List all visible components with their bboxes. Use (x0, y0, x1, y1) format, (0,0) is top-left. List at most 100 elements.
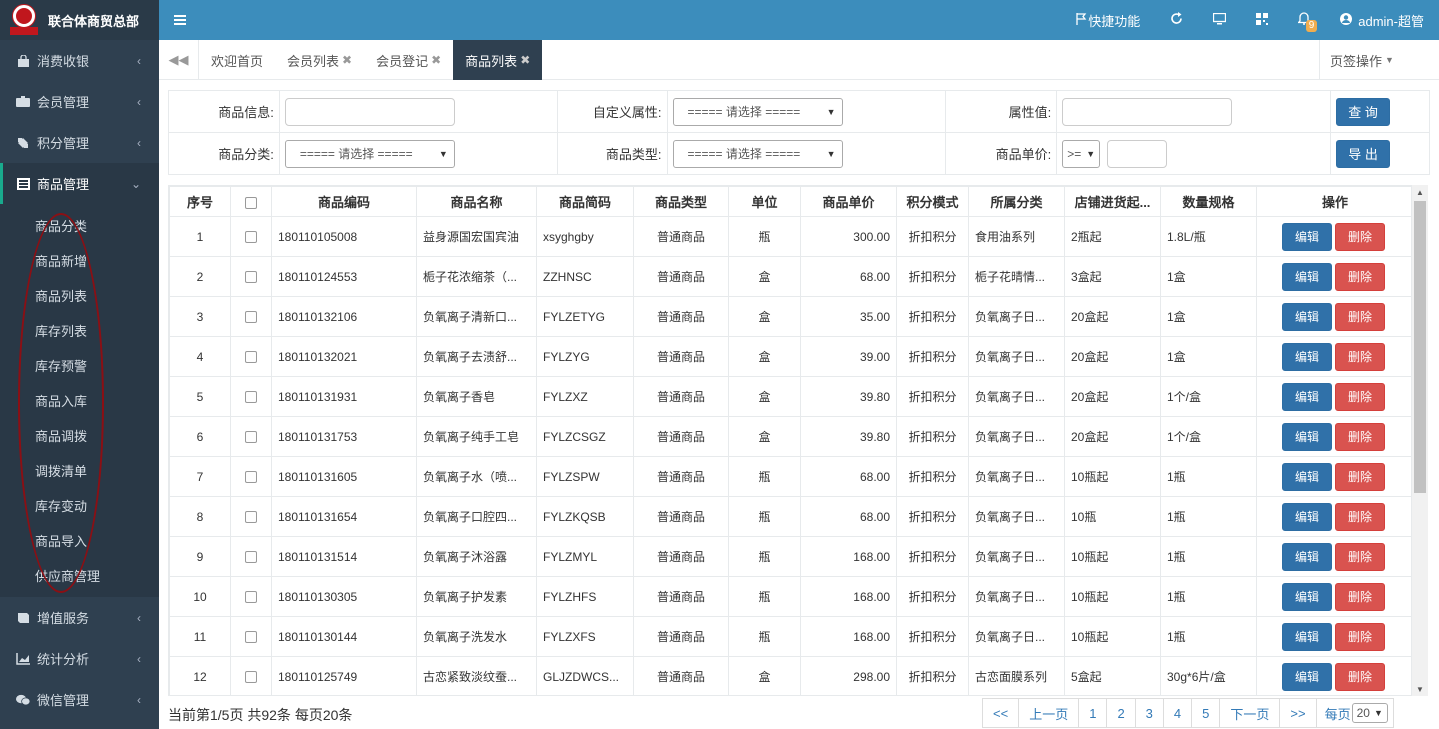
submenu-item[interactable]: 库存预警 (0, 348, 159, 383)
sidebar-item-statistics[interactable]: 统计分析 ‹ (0, 638, 159, 679)
delete-button[interactable]: 删除 (1335, 422, 1385, 451)
scrollbar-thumb[interactable] (1414, 201, 1426, 493)
type-select[interactable]: ===== 请选择 ===== ▼ (672, 139, 843, 168)
table-row[interactable]: 1 180110105008 益身源国宏国宾油 xsyghgby 普通商品瓶 300.00… (169, 216, 1411, 257)
edit-button[interactable]: 编辑 (1282, 662, 1332, 691)
tab-scroll-left-button[interactable]: ◀◀ (159, 40, 199, 80)
submenu-item[interactable]: 库存列表 (0, 313, 159, 348)
prev-page-button[interactable]: 上一页 (1018, 698, 1080, 728)
page-button[interactable]: 5 (1191, 698, 1221, 728)
column-header[interactable]: 商品类型 (633, 186, 729, 217)
delete-button[interactable]: 删除 (1335, 462, 1385, 491)
column-header[interactable]: 商品名称 (416, 186, 537, 217)
delete-button[interactable]: 删除 (1335, 302, 1385, 331)
edit-button[interactable]: 编辑 (1282, 382, 1332, 411)
column-header[interactable]: 商品编码 (271, 186, 417, 217)
tab-member-register[interactable]: 会员登记 ✖ (364, 40, 453, 80)
table-scrollbar[interactable]: ▲ ▼ (1412, 185, 1428, 696)
submenu-item[interactable]: 商品分类 (0, 208, 159, 243)
column-header[interactable]: 数量规格 (1160, 186, 1257, 217)
category-select[interactable]: ===== 请选择 ===== ▼ (284, 139, 455, 168)
delete-button[interactable]: 删除 (1335, 342, 1385, 371)
attr-value-input[interactable] (1062, 97, 1233, 126)
row-checkbox[interactable] (245, 431, 257, 444)
column-header[interactable] (230, 186, 272, 217)
first-page-button[interactable]: << (982, 698, 1020, 728)
menu-toggle-icon[interactable] (174, 15, 186, 25)
user-menu[interactable]: admin-超管 (1325, 11, 1439, 30)
delete-button[interactable]: 删除 (1335, 622, 1385, 651)
tab-member-list[interactable]: 会员列表 ✖ (275, 40, 364, 80)
delete-button[interactable]: 删除 (1335, 222, 1385, 251)
row-checkbox[interactable] (245, 271, 257, 284)
page-button[interactable]: 1 (1078, 698, 1108, 728)
edit-button[interactable]: 编辑 (1282, 222, 1332, 251)
notifications-button[interactable]: 9 (1283, 12, 1325, 32)
close-icon[interactable]: ✖ (431, 53, 441, 67)
page-size-select[interactable]: 20 ▼ (1351, 703, 1388, 723)
edit-button[interactable]: 编辑 (1282, 582, 1332, 611)
column-header[interactable]: 序号 (169, 186, 231, 217)
export-button[interactable]: 导 出 (1336, 139, 1391, 168)
edit-button[interactable]: 编辑 (1282, 622, 1332, 651)
table-row[interactable]: 5 180110131931 负氧离子香皂 FYLZXZ 普通商品盒 39.80 折扣积分负… (169, 376, 1411, 417)
qrcode-button[interactable] (1241, 12, 1283, 28)
submenu-item[interactable]: 商品列表 (0, 278, 159, 313)
delete-button[interactable]: 删除 (1335, 582, 1385, 611)
sidebar-item-products[interactable]: 商品管理 ⌄ (0, 163, 159, 204)
column-header[interactable]: 店铺进货起... (1064, 186, 1161, 217)
edit-button[interactable]: 编辑 (1282, 542, 1332, 571)
delete-button[interactable]: 删除 (1335, 262, 1385, 291)
table-row[interactable]: 8 180110131654 负氧离子口腔四... FYLZKQSB 普通商品瓶 68.0… (169, 496, 1411, 537)
row-checkbox[interactable] (245, 551, 257, 564)
column-header[interactable]: 单位 (728, 186, 801, 217)
tab-welcome[interactable]: 欢迎首页 (199, 40, 275, 80)
edit-button[interactable]: 编辑 (1282, 262, 1332, 291)
tab-operations-dropdown[interactable]: 页签操作 ▼ (1319, 40, 1439, 80)
row-checkbox[interactable] (245, 471, 257, 484)
last-page-button[interactable]: >> (1279, 698, 1317, 728)
row-checkbox[interactable] (245, 311, 257, 324)
scroll-up-arrow[interactable]: ▲ (1412, 185, 1428, 199)
delete-button[interactable]: 删除 (1335, 542, 1385, 571)
edit-button[interactable]: 编辑 (1282, 502, 1332, 531)
submenu-item[interactable]: 供应商管理 (0, 558, 159, 593)
edit-button[interactable]: 编辑 (1282, 462, 1332, 491)
delete-button[interactable]: 删除 (1335, 382, 1385, 411)
shortcut-button[interactable]: 快捷功能 (1061, 11, 1155, 30)
tab-product-list[interactable]: 商品列表 ✖ (453, 40, 543, 80)
price-input[interactable] (1106, 139, 1167, 168)
page-button[interactable]: 2 (1106, 698, 1136, 728)
column-header[interactable]: 商品简码 (536, 186, 634, 217)
close-icon[interactable]: ✖ (520, 53, 530, 67)
table-row[interactable]: 9 180110131514 负氧离子沐浴露 FYLZMYL 普通商品瓶 168.00 折扣… (169, 536, 1411, 577)
column-header[interactable]: 操作 (1256, 186, 1411, 217)
table-row[interactable]: 3 180110132106 负氧离子清新口... FYLZETYG 普通商品盒 35.0… (169, 296, 1411, 337)
sidebar-item-checkout[interactable]: 消费收银 ‹ (0, 40, 159, 81)
row-checkbox[interactable] (245, 671, 257, 684)
column-header[interactable]: 所属分类 (968, 186, 1065, 217)
scroll-down-arrow[interactable]: ▼ (1412, 682, 1428, 696)
delete-button[interactable]: 删除 (1335, 662, 1385, 691)
edit-button[interactable]: 编辑 (1282, 302, 1332, 331)
table-row[interactable]: 4 180110132021 负氧离子去渍舒... FYLZYG 普通商品盒 39.00 折… (169, 336, 1411, 377)
page-button[interactable]: 4 (1162, 698, 1193, 728)
price-operator-select[interactable]: >= ▼ (1062, 139, 1101, 168)
row-checkbox[interactable] (245, 631, 257, 644)
sidebar-item-value-added[interactable]: 增值服务 ‹ (0, 597, 159, 638)
edit-button[interactable]: 编辑 (1282, 422, 1332, 451)
edit-button[interactable]: 编辑 (1282, 342, 1332, 371)
sidebar-item-members[interactable]: 会员管理 ‹ (0, 81, 159, 122)
sidebar-item-wechat[interactable]: 微信管理 ‹ (0, 679, 159, 720)
submenu-item[interactable]: 商品调拨 (0, 418, 159, 453)
column-header[interactable]: 商品单价 (800, 186, 897, 217)
submenu-item[interactable]: 调拨清单 (0, 453, 159, 488)
submenu-item[interactable]: 商品导入 (0, 523, 159, 558)
select-all-checkbox[interactable] (245, 196, 257, 209)
row-checkbox[interactable] (245, 351, 257, 364)
row-checkbox[interactable] (245, 511, 257, 524)
sidebar-item-points[interactable]: 积分管理 ‹ (0, 122, 159, 163)
table-row[interactable]: 6 180110131753 负氧离子纯手工皂 FYLZCSGZ 普通商品盒 39.80 折… (169, 416, 1411, 457)
delete-button[interactable]: 删除 (1335, 502, 1385, 531)
row-checkbox[interactable] (245, 591, 257, 604)
